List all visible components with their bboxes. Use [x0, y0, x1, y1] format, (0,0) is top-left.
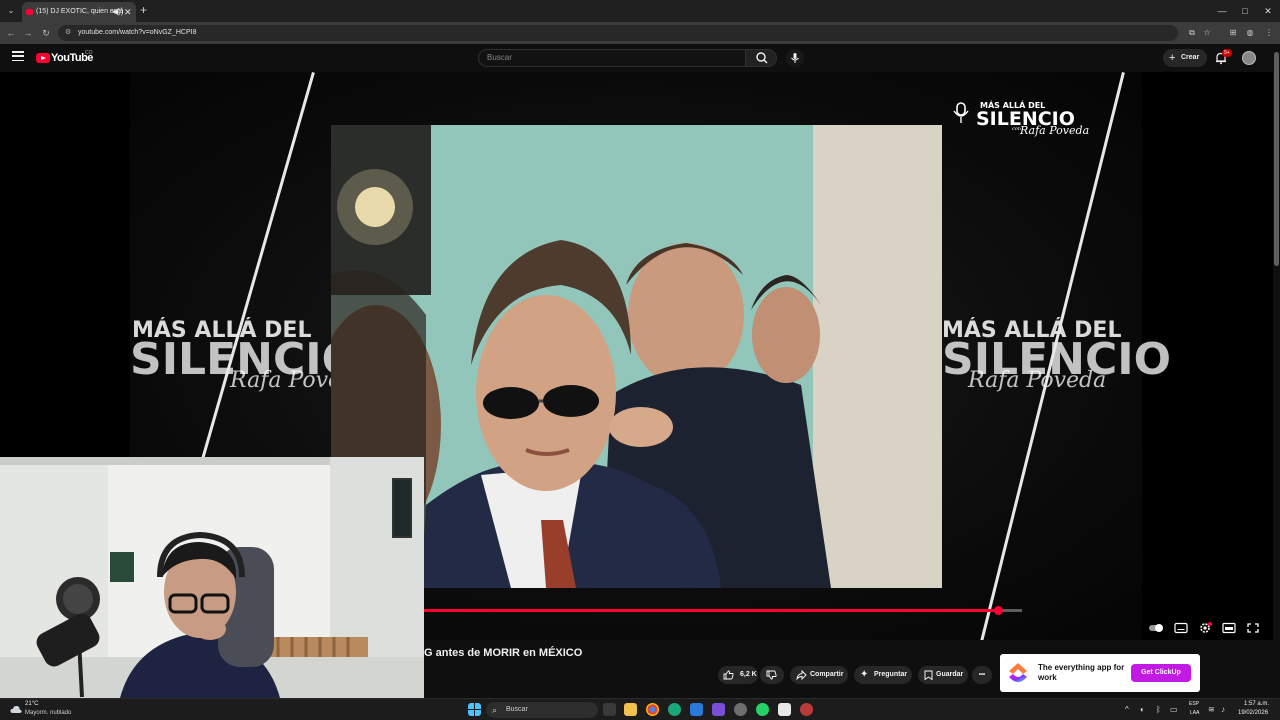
ask-button[interactable]: ✦ Preguntar [854, 666, 912, 684]
like-button[interactable]: 6,2 K [718, 666, 758, 684]
forward-arrow-icon[interactable]: → [21, 26, 35, 40]
browser-menu-icon[interactable]: ⋮ [1262, 26, 1276, 40]
chrome-icon[interactable] [646, 703, 659, 716]
back-arrow-icon[interactable]: ← [4, 26, 18, 40]
bookmark-icon [924, 670, 933, 680]
tray-bluetooth-icon[interactable]: ᛒ [1156, 705, 1161, 714]
input-language[interactable]: ESP [1189, 701, 1199, 707]
podcast-microphone-icon [953, 102, 969, 123]
ask-label: Preguntar [874, 671, 908, 678]
maximize-button[interactable]: □ [1235, 3, 1255, 19]
settings-app-icon[interactable] [734, 703, 747, 716]
tab-title: (15) DJ EXOTIC, quien está [36, 8, 124, 15]
new-tab-button[interactable]: + [140, 3, 147, 17]
clock-time[interactable]: 1:57 a.m. [1244, 701, 1269, 707]
address-bar[interactable]: ⚙ youtube.com/watch?v=oNvGZ_HCPI8 [58, 25, 1178, 41]
video-title: G antes de MORIR en MÉXICO [424, 647, 583, 659]
country-code: CO [85, 50, 93, 56]
create-label: Crear [1181, 54, 1200, 61]
webcam-overlay [0, 457, 424, 698]
settings-icon[interactable] [1198, 621, 1212, 633]
fullscreen-icon[interactable] [1246, 621, 1260, 633]
profile-icon[interactable]: ◍ [1243, 26, 1257, 40]
store-icon[interactable] [690, 703, 703, 716]
tab-search-chevron-icon[interactable]: ⌄ [4, 4, 18, 18]
tray-chevron-icon[interactable]: ^ [1125, 705, 1129, 714]
clickup-logo-icon [1009, 663, 1027, 682]
extensions-icon[interactable]: ⊞ [1226, 26, 1240, 40]
share-button[interactable]: Compartir [790, 666, 848, 684]
cast-icon[interactable]: ⧉ [1185, 26, 1199, 40]
bookmark-star-icon[interactable]: ☆ [1200, 26, 1214, 40]
microphone-icon [791, 53, 799, 63]
hamburger-menu-icon[interactable] [12, 51, 24, 62]
close-window-button[interactable]: ✕ [1258, 3, 1278, 19]
youtube-logo-icon[interactable] [36, 53, 50, 63]
app-icon[interactable] [712, 703, 725, 716]
weather-condition[interactable]: Mayorm. nublado [25, 710, 71, 716]
task-view-icon[interactable] [603, 703, 616, 716]
taskbar-search-label: Buscar [506, 706, 528, 713]
windows-taskbar: 21°C Mayorm. nublado ⌕ Buscar ^ ◐ ᛒ ▭ ES… [0, 698, 1280, 720]
windows-start-icon[interactable] [468, 703, 481, 716]
obs-app-icon[interactable] [800, 703, 813, 716]
site-info-icon[interactable]: ⚙ [65, 25, 71, 41]
whatsapp-icon[interactable] [756, 703, 769, 716]
tray-app-icon[interactable]: ◐ [1140, 705, 1145, 714]
progress-fill [424, 609, 999, 612]
edge-icon[interactable] [668, 703, 681, 716]
sparkle-icon: ✦ [860, 669, 869, 680]
logo-script: Rafa Poveda [1020, 124, 1090, 137]
weather-temperature[interactable]: 21°C [25, 701, 38, 707]
browser-tab-active[interactable]: (15) DJ EXOTIC, quien está ◀)) ✕ [22, 2, 136, 22]
brand-ghost-right-script: Rafa Poveda [968, 368, 1107, 393]
browser-tab-bar: ⌄ (15) DJ EXOTIC, quien está ◀)) ✕ + — □… [0, 0, 1280, 22]
dislike-button[interactable] [760, 666, 784, 684]
subtitles-icon[interactable] [1174, 621, 1188, 634]
youtube-favicon-icon [26, 9, 33, 15]
reload-icon[interactable]: ↻ [39, 26, 53, 40]
account-avatar[interactable] [1242, 51, 1256, 65]
volume-icon[interactable]: ♪ [1221, 705, 1225, 714]
voice-search-button[interactable] [786, 49, 804, 67]
autoplay-toggle-icon[interactable] [1148, 621, 1163, 633]
search-icon [756, 52, 768, 64]
search-button[interactable] [745, 49, 777, 67]
file-explorer-icon[interactable] [624, 703, 637, 716]
save-button[interactable]: Guardar [918, 666, 968, 684]
minimize-button[interactable]: — [1212, 3, 1232, 19]
input-layout[interactable]: LAA [1190, 710, 1199, 716]
browser-toolbar: ← → ↻ ⚙ youtube.com/watch?v=oNvGZ_HCPI8 … [0, 22, 1280, 44]
thumbs-up-icon [723, 670, 734, 680]
save-label: Guardar [936, 671, 964, 678]
like-count: 6,2 K [740, 671, 757, 678]
share-label: Compartir [810, 671, 844, 678]
address-bar-url: youtube.com/watch?v=oNvGZ_HCPI8 [78, 29, 197, 36]
clickup-ad[interactable]: The everything app for work Get ClickUp [1000, 654, 1200, 692]
page-scrollbar-thumb[interactable] [1274, 52, 1279, 266]
search-input[interactable]: Buscar [478, 49, 746, 67]
taskbar-search-icon: ⌕ [492, 705, 498, 715]
youtube-header: YouTube CO Buscar + Crear 9+ [0, 44, 1280, 72]
wifi-icon[interactable]: ≋ [1208, 705, 1215, 714]
tray-usb-icon[interactable]: ▭ [1170, 705, 1178, 714]
capcut-icon[interactable] [778, 703, 791, 716]
progress-bar[interactable] [424, 606, 1022, 615]
progress-scrubber[interactable] [994, 606, 1004, 615]
miniplayer-icon[interactable] [1222, 621, 1236, 634]
plus-icon: + [1169, 52, 1176, 64]
clock-date[interactable]: 19/02/2026 [1238, 710, 1268, 716]
more-actions-button[interactable]: ••• [972, 666, 992, 684]
tab-close-icon[interactable]: ✕ [124, 2, 132, 22]
ad-headline: The everything app for work [1038, 663, 1125, 682]
create-button[interactable]: + Crear [1163, 49, 1207, 67]
taskbar-search[interactable]: ⌕ Buscar [486, 702, 598, 718]
share-arrow-icon [796, 670, 807, 680]
ad-cta-button[interactable]: Get ClickUp [1131, 664, 1191, 682]
notification-badge: 9+ [1222, 49, 1232, 57]
cloud-weather-icon[interactable] [10, 704, 22, 714]
thumbs-down-icon [766, 670, 777, 680]
tab-audio-icon[interactable]: ◀)) [112, 2, 123, 22]
decorative-slash-left [198, 72, 315, 467]
